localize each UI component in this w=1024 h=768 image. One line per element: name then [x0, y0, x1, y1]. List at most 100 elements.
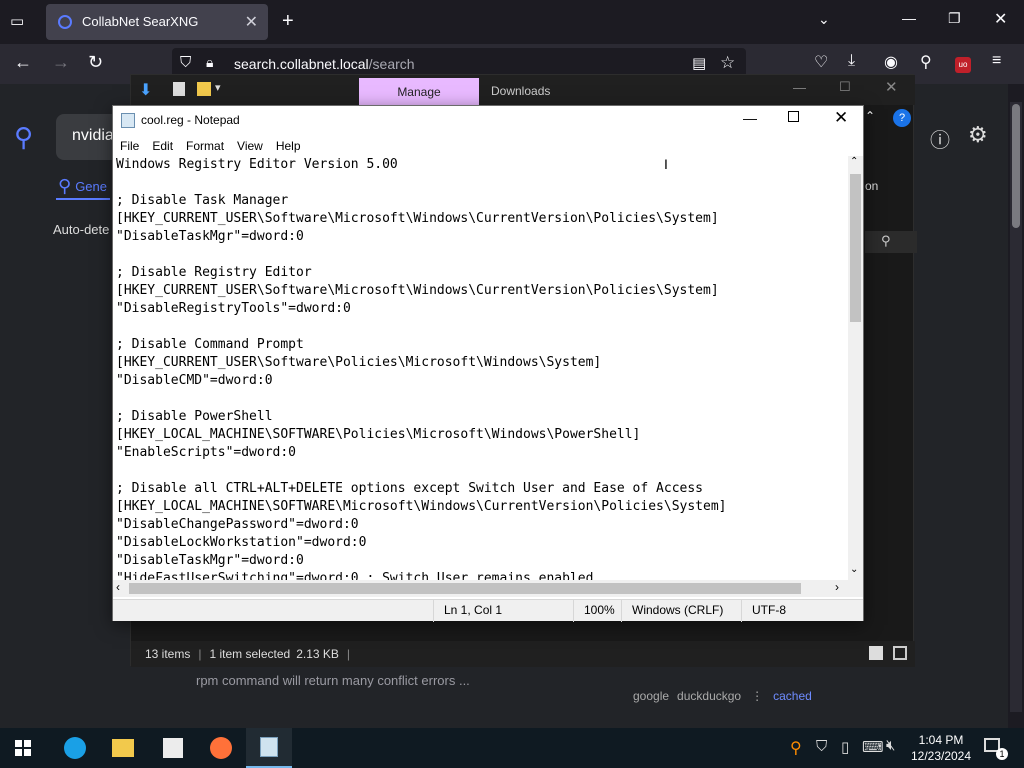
chevron-down-icon[interactable]: ⌄: [818, 11, 830, 28]
back-icon[interactable]: ←: [14, 52, 32, 73]
info-icon[interactable]: ⓘ: [930, 124, 950, 153]
status-divider: |: [198, 647, 202, 661]
scroll-left-icon[interactable]: ‹: [116, 580, 120, 594]
result-snippet: rpm command will return many conflict er…: [196, 673, 470, 688]
text-cursor-icon: I: [664, 156, 668, 172]
ublock-icon[interactable]: uo: [955, 57, 971, 73]
close-window-icon[interactable]: ✕: [994, 9, 1007, 29]
large-icons-view-icon[interactable]: [893, 646, 907, 660]
notepad-menubar: File Edit Format View Help: [113, 136, 863, 156]
firefox-taskbar-button[interactable]: [198, 728, 244, 768]
menu-file[interactable]: File: [120, 139, 139, 153]
download-icon[interactable]: ⤓: [848, 52, 855, 70]
scroll-down-icon[interactable]: ⌄: [850, 564, 858, 575]
ribbon-title-downloads: Downloads: [491, 84, 551, 98]
help-icon[interactable]: ?: [893, 109, 911, 127]
menu-format[interactable]: Format: [186, 139, 224, 153]
text-line: [HKEY_CURRENT_USER\Software\Policies\Mic…: [116, 355, 602, 370]
folder-icon[interactable]: [197, 82, 211, 96]
pocket-icon[interactable]: ♡: [814, 52, 828, 72]
notepad-app-icon: [121, 113, 135, 128]
notepad-minimize-icon[interactable]: —: [743, 110, 757, 126]
notepad-titlebar[interactable]: cool.reg - Notepad — ✕: [113, 106, 863, 136]
more-icon[interactable]: ⋮: [751, 689, 763, 703]
ribbon-tab-manage[interactable]: Manage: [359, 78, 479, 106]
bookmark-star-icon[interactable]: ☆: [720, 53, 735, 73]
auto-detect-label[interactable]: Auto-dete: [53, 222, 109, 237]
status-position: Ln 1, Col 1: [433, 600, 573, 622]
searxng-favicon-icon: [58, 15, 72, 29]
text-line: "DisableTaskMgr"=dword:0: [116, 553, 304, 568]
explorer-maximize-icon[interactable]: ☐: [839, 79, 851, 95]
result-links: google duckduckgo ⋮ cached: [633, 689, 812, 703]
shield-icon[interactable]: ⛉: [180, 54, 191, 71]
volume-muted-icon[interactable]: 🔇︎: [886, 737, 895, 754]
extensions-icon[interactable]: ⚲: [920, 52, 932, 72]
details-view-icon[interactable]: [869, 646, 883, 660]
notepad-taskbar-button[interactable]: [246, 728, 292, 768]
url-text: search.collabnet.local/search: [234, 56, 415, 72]
usb-icon[interactable]: ▯: [841, 738, 849, 756]
text-line: ​: [116, 174, 846, 192]
forward-icon[interactable]: →: [52, 52, 70, 73]
qat-dropdown-icon[interactable]: ▾: [215, 81, 221, 94]
minimize-icon[interactable]: —: [902, 10, 916, 26]
firefox-icon: [210, 737, 232, 759]
search-tray-icon[interactable]: ⚲: [790, 738, 802, 758]
tab-list-icon[interactable]: ▭: [10, 12, 24, 30]
ribbon-collapse-icon[interactable]: ⌃: [865, 109, 887, 127]
page-scroll-thumb[interactable]: [1012, 104, 1020, 228]
vertical-scroll-thumb[interactable]: [850, 174, 861, 322]
browser-tab[interactable]: CollabNet SearXNG ✕: [46, 4, 268, 40]
new-tab-icon[interactable]: +: [282, 10, 294, 33]
link-duckduckgo[interactable]: duckduckgo: [677, 689, 741, 703]
clock-date: 12/23/2024: [910, 749, 972, 763]
edge-taskbar-button[interactable]: [52, 728, 98, 768]
tab-general[interactable]: ⚲ Gene: [58, 176, 107, 197]
explorer-close-icon[interactable]: ✕: [885, 78, 898, 96]
text-line: ; Disable Command Prompt: [116, 337, 304, 352]
menu-view[interactable]: View: [237, 139, 263, 153]
menu-edit[interactable]: Edit: [152, 139, 173, 153]
restore-icon[interactable]: ❐: [948, 10, 961, 27]
scroll-up-icon[interactable]: ⌃: [850, 156, 858, 167]
clock[interactable]: 1:04 PM 12/23/2024: [908, 732, 974, 764]
gear-icon[interactable]: ⚙: [968, 122, 988, 148]
explorer-search-box[interactable]: ⚲: [865, 231, 917, 253]
notepad-text-area[interactable]: Windows Registry Editor Version 5.00​; D…: [116, 156, 846, 580]
text-line: "DisableTaskMgr"=dword:0: [116, 229, 304, 244]
lock-icon[interactable]: 🔒︎: [206, 54, 213, 71]
edge-icon: [64, 737, 86, 759]
text-line: "DisableChangePassword"=dword:0: [116, 517, 359, 532]
notepad-maximize-icon[interactable]: [788, 111, 799, 122]
status-size: 2.13 KB: [296, 647, 339, 661]
reader-view-icon[interactable]: ▤: [692, 54, 706, 72]
account-icon[interactable]: ◉: [884, 52, 898, 72]
menu-icon[interactable]: ≡: [992, 52, 1001, 70]
defender-icon[interactable]: ⛉: [816, 738, 827, 755]
link-cached[interactable]: cached: [773, 689, 812, 703]
start-button[interactable]: [0, 728, 46, 768]
column-header-partial: on: [865, 179, 879, 193]
download-arrow-icon[interactable]: ⬇: [139, 80, 152, 100]
reload-icon[interactable]: ↻: [88, 52, 103, 73]
explorer-taskbar-button[interactable]: [100, 728, 146, 768]
notepad-title: cool.reg - Notepad: [141, 113, 240, 127]
horizontal-scroll-thumb[interactable]: [129, 583, 801, 594]
text-line: Windows Registry Editor Version 5.00: [116, 157, 398, 172]
store-taskbar-button[interactable]: [150, 728, 196, 768]
menu-help[interactable]: Help: [276, 139, 301, 153]
scroll-right-icon[interactable]: ›: [835, 580, 839, 594]
clock-time: 1:04 PM: [918, 733, 964, 747]
notepad-close-icon[interactable]: ✕: [834, 108, 848, 128]
explorer-search-icon: ⚲: [881, 233, 891, 248]
explorer-minimize-icon[interactable]: —: [793, 80, 806, 95]
text-line: ​: [116, 318, 846, 336]
network-icon[interactable]: ⌨: [862, 738, 884, 756]
link-google[interactable]: google: [633, 689, 669, 703]
text-line: "DisableRegistryTools"=dword:0: [116, 301, 351, 316]
text-line: "EnableScripts"=dword:0: [116, 445, 297, 460]
properties-icon[interactable]: [173, 82, 185, 96]
close-tab-icon[interactable]: ✕: [245, 12, 258, 32]
searxng-logo-icon[interactable]: ⚲: [14, 122, 33, 153]
